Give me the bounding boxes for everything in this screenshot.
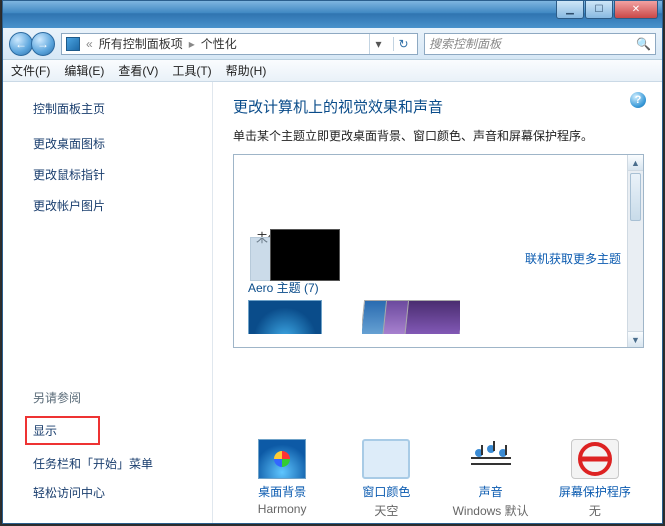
scrollbar[interactable]: ▲ ▼ bbox=[627, 155, 643, 347]
menu-file[interactable]: 文件(F) bbox=[11, 62, 50, 79]
chevron-down-icon: ▾ bbox=[375, 37, 381, 51]
help-icon: ? bbox=[635, 94, 642, 106]
close-button[interactable]: ✕ bbox=[614, 1, 658, 19]
tile-label: 屏幕保护程序 bbox=[546, 483, 644, 500]
nav-buttons: ← → bbox=[9, 32, 55, 56]
tile-label: 声音 bbox=[442, 483, 540, 500]
menu-help[interactable]: 帮助(H) bbox=[226, 62, 267, 79]
refresh-button[interactable]: ↻ bbox=[393, 37, 413, 51]
back-button[interactable]: ← bbox=[9, 32, 33, 56]
sidebar-home-link[interactable]: 控制面板主页 bbox=[33, 100, 194, 117]
aero-theme-1-thumb bbox=[248, 300, 322, 334]
aero-theme-1[interactable] bbox=[248, 300, 346, 334]
highlight-box: 显示 bbox=[25, 416, 100, 445]
aero-theme-2-slide bbox=[404, 300, 460, 334]
sidebar-link-mouse-pointers[interactable]: 更改鼠标指针 bbox=[33, 166, 194, 183]
minimize-button[interactable]: ▁ bbox=[556, 1, 584, 19]
online-themes-link[interactable]: 联机获取更多主题 bbox=[525, 252, 621, 266]
see-also-label: 另请参阅 bbox=[33, 389, 194, 406]
breadcrumb-current[interactable]: 个性化 bbox=[201, 35, 237, 52]
sound-icon bbox=[467, 439, 515, 479]
see-also-taskbar-link[interactable]: 任务栏和「开始」菜单 bbox=[33, 455, 194, 472]
menu-bar: 文件(F) 编辑(E) 查看(V) 工具(T) 帮助(H) bbox=[3, 60, 662, 82]
themes-list: ▲ ▼ 未保存的主题 联机获取更多主题 Aero 主题 (7) bbox=[233, 154, 644, 348]
chevron-down-icon: ▼ bbox=[631, 335, 640, 345]
refresh-icon: ↻ bbox=[398, 37, 408, 51]
sidebar-link-account-picture[interactable]: 更改帐户图片 bbox=[33, 197, 194, 214]
aero-themes-label: Aero 主题 (7) bbox=[248, 279, 643, 296]
window-frame: ▁ ☐ ✕ ← → « 所有控制面板项 ▸ 个性化 ▾ ↻ 搜索控制面板 🔍 文… bbox=[2, 0, 663, 524]
window-color-icon bbox=[362, 439, 410, 479]
forward-arrow-icon: → bbox=[37, 37, 49, 51]
tile-screensaver[interactable]: 屏幕保护程序 无 bbox=[546, 439, 644, 519]
see-also-display-link[interactable]: 显示 bbox=[33, 422, 68, 439]
titlebar: ▁ ☐ ✕ bbox=[3, 1, 662, 28]
search-placeholder: 搜索控制面板 bbox=[429, 35, 501, 52]
forward-button[interactable]: → bbox=[31, 32, 55, 56]
address-bar[interactable]: « 所有控制面板项 ▸ 个性化 ▾ ↻ bbox=[61, 33, 418, 55]
my-themes-section: 未保存的主题 bbox=[234, 155, 643, 246]
scroll-thumb[interactable] bbox=[630, 173, 641, 221]
content-pane: ? 更改计算机上的视觉效果和声音 单击某个主题立即更改桌面背景、窗口颜色、声音和… bbox=[213, 82, 662, 523]
chevron-up-icon: ▲ bbox=[631, 158, 640, 168]
back-arrow-icon: ← bbox=[15, 37, 27, 51]
tile-label: 桌面背景 bbox=[233, 483, 331, 500]
aero-theme-2[interactable] bbox=[362, 300, 460, 334]
search-input[interactable]: 搜索控制面板 🔍 bbox=[424, 33, 656, 55]
see-also-section: 另请参阅 显示 任务栏和「开始」菜单 轻松访问中心 bbox=[33, 381, 194, 513]
control-panel-icon bbox=[66, 37, 80, 51]
page-subtitle: 单击某个主题立即更改桌面背景、窗口颜色、声音和屏幕保护程序。 bbox=[233, 127, 644, 144]
breadcrumb-parent[interactable]: 所有控制面板项 bbox=[99, 35, 183, 52]
close-icon: ✕ bbox=[632, 4, 640, 15]
tile-desktop-background[interactable]: 桌面背景 Harmony bbox=[233, 439, 331, 519]
address-dropdown-button[interactable]: ▾ bbox=[369, 34, 387, 54]
search-icon: 🔍 bbox=[636, 37, 651, 51]
tile-label: 窗口颜色 bbox=[337, 483, 435, 500]
maximize-button[interactable]: ☐ bbox=[585, 1, 613, 19]
tile-value: 无 bbox=[546, 502, 644, 519]
menu-edit[interactable]: 编辑(E) bbox=[64, 62, 104, 79]
body: 控制面板主页 更改桌面图标 更改鼠标指针 更改帐户图片 另请参阅 显示 任务栏和… bbox=[3, 82, 662, 523]
theme-item-unsaved[interactable]: 未保存的主题 bbox=[250, 229, 340, 246]
see-also-ease-link[interactable]: 轻松访问中心 bbox=[33, 484, 194, 501]
breadcrumb-sep: « bbox=[86, 37, 93, 51]
minimize-icon: ▁ bbox=[566, 4, 574, 15]
screensaver-icon bbox=[571, 439, 619, 479]
tile-value: Windows 默认 bbox=[442, 502, 540, 519]
tile-sounds[interactable]: 声音 Windows 默认 bbox=[442, 439, 540, 519]
tile-value: 天空 bbox=[337, 502, 435, 519]
tile-window-color[interactable]: 窗口颜色 天空 bbox=[337, 439, 435, 519]
menu-tools[interactable]: 工具(T) bbox=[172, 62, 211, 79]
scroll-up-button[interactable]: ▲ bbox=[628, 155, 643, 171]
sidebar-link-desktop-icons[interactable]: 更改桌面图标 bbox=[33, 135, 194, 152]
help-button[interactable]: ? bbox=[630, 92, 646, 108]
theme-thumb-front bbox=[270, 229, 340, 281]
tile-value: Harmony bbox=[233, 502, 331, 516]
aero-themes-row bbox=[234, 300, 643, 334]
desktop-background-icon bbox=[258, 439, 306, 479]
sidebar: 控制面板主页 更改桌面图标 更改鼠标指针 更改帐户图片 另请参阅 显示 任务栏和… bbox=[3, 82, 213, 523]
scroll-down-button[interactable]: ▼ bbox=[628, 331, 643, 347]
breadcrumb-arrow: ▸ bbox=[189, 37, 195, 51]
nav-row: ← → « 所有控制面板项 ▸ 个性化 ▾ ↻ 搜索控制面板 🔍 bbox=[3, 28, 662, 60]
page-title: 更改计算机上的视觉效果和声音 bbox=[233, 96, 644, 117]
menu-view[interactable]: 查看(V) bbox=[118, 62, 158, 79]
bottom-tiles: 桌面背景 Harmony 窗口颜色 天空 bbox=[233, 439, 644, 519]
maximize-icon: ☐ bbox=[595, 4, 604, 15]
